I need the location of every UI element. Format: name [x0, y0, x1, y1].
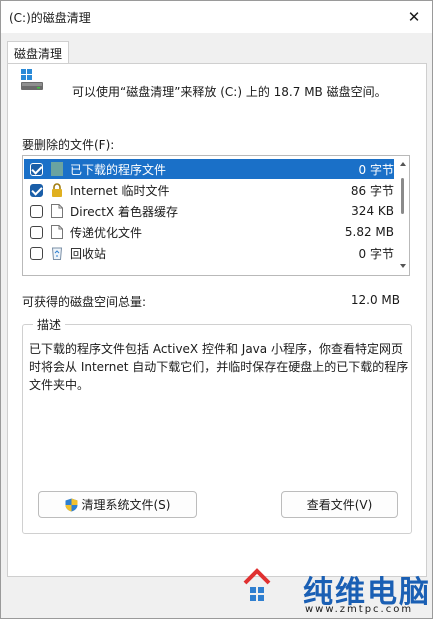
- close-icon[interactable]: ✕: [396, 1, 432, 33]
- file-size: 86 字节: [350, 183, 394, 198]
- file-name: 回收站: [70, 246, 107, 261]
- tab-disk-cleanup[interactable]: 磁盘清理: [7, 41, 69, 64]
- file-name: 传递优化文件: [70, 225, 143, 240]
- file-row-internet-temp[interactable]: Internet 临时文件 86 字节: [24, 180, 394, 200]
- title-bar: (C:)的磁盘清理 ✕: [1, 1, 432, 33]
- shield-icon: [65, 498, 77, 511]
- checkbox[interactable]: [30, 162, 43, 176]
- file-row-downloaded-programs[interactable]: 已下载的程序文件 0 字节: [24, 159, 394, 179]
- watermark-logo-icon: [243, 568, 271, 601]
- scroll-down-icon[interactable]: [398, 262, 408, 270]
- lock-icon: [52, 183, 62, 197]
- file-size: 0 字节: [358, 246, 394, 261]
- scroll-up-icon[interactable]: [398, 160, 408, 168]
- checkbox[interactable]: [30, 204, 43, 218]
- total-space-value: 12.0 MB: [350, 293, 400, 307]
- file-name: DirectX 着色器缓存: [70, 204, 178, 219]
- summary-text: 可以使用“磁盘清理”来释放 (C:) 上的 18.7 MB 磁盘空间。: [72, 85, 387, 99]
- window-title: (C:)的磁盘清理: [9, 11, 91, 25]
- scrollbar-thumb[interactable]: [401, 178, 404, 214]
- total-space-label: 可获得的磁盘空间总量:: [22, 295, 147, 309]
- description-legend: 描述: [33, 316, 66, 333]
- file-row-recycle-bin[interactable]: 回收站 0 字节: [24, 243, 394, 263]
- file-row-directx-cache[interactable]: DirectX 着色器缓存 324 KB: [24, 201, 394, 221]
- file-icon: [51, 204, 63, 218]
- file-size: 5.82 MB: [344, 225, 394, 239]
- file-size: 324 KB: [351, 204, 394, 218]
- file-icon: [51, 225, 63, 239]
- checkbox[interactable]: [30, 183, 43, 197]
- folder-icon: [51, 162, 63, 176]
- file-size: 0 字节: [358, 162, 394, 177]
- file-row-delivery-optimization[interactable]: 传递优化文件 5.82 MB: [24, 222, 394, 242]
- file-name: 已下载的程序文件: [70, 162, 167, 177]
- watermark: 纯维电脑 www.zmtpc.com: [233, 563, 433, 619]
- checkbox[interactable]: [30, 246, 43, 260]
- recycle-bin-icon: [51, 247, 63, 260]
- description-text: 已下载的程序文件包括 ActiveX 控件和 Java 小程序，你查看特定网页时…: [29, 342, 409, 392]
- files-listbox[interactable]: 已下载的程序文件 0 字节 Internet 临时文件 86 字节 Direct…: [22, 155, 410, 276]
- files-to-delete-label: 要删除的文件(F):: [22, 138, 115, 152]
- clean-system-files-label: 清理系统文件(S): [81, 498, 171, 512]
- list-scrollbar[interactable]: [398, 158, 408, 272]
- watermark-url: www.zmtpc.com: [305, 604, 414, 615]
- checkbox[interactable]: [30, 225, 43, 239]
- tab-panel: 可以使用“磁盘清理”来释放 (C:) 上的 18.7 MB 磁盘空间。 要删除的…: [7, 63, 427, 577]
- clean-system-files-button[interactable]: 清理系统文件(S): [38, 491, 197, 518]
- drive-icon: [21, 69, 43, 90]
- view-files-button[interactable]: 查看文件(V): [281, 491, 398, 518]
- disk-cleanup-window: (C:)的磁盘清理 ✕ 磁盘清理 可以使用“磁盘清理”来释放 (C:) 上的 1…: [0, 0, 433, 619]
- file-name: Internet 临时文件: [70, 183, 170, 198]
- view-files-label: 查看文件(V): [306, 498, 373, 512]
